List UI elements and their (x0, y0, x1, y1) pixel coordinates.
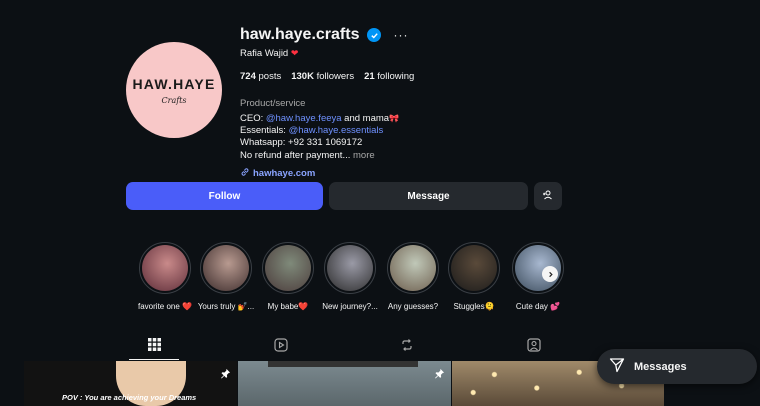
username-row: haw.haye.crafts ··· (240, 25, 580, 45)
highlight-label: My babe❤️ (267, 302, 309, 311)
highlights-next-button[interactable] (542, 266, 558, 282)
highlight-item[interactable]: New journey?... (320, 242, 380, 311)
highlight-ring (200, 242, 252, 294)
following-count: 21 (364, 71, 375, 82)
bio-line-essentials: Essentials: @haw.haye.essentials (240, 125, 580, 137)
profile-header: haw.haye.crafts ··· Rafia Wajid ❤ 724 po… (240, 25, 580, 180)
message-button[interactable]: Message (329, 182, 528, 210)
repost-icon (400, 338, 414, 357)
bio-mention-feeya[interactable]: @haw.haye.feeya (266, 113, 342, 124)
bio-essentials-prefix: Essentials: (240, 125, 289, 137)
highlight-item[interactable]: Cute day 💕 (508, 242, 568, 311)
highlight-item[interactable]: Stuggles🫠 (444, 242, 504, 311)
following-label: following (377, 71, 415, 82)
highlight-cover-image (327, 245, 373, 291)
avatar-brand-text: HAW.HAYE (132, 75, 216, 92)
full-name-text: Rafia Wajid (240, 48, 289, 59)
link-icon (240, 167, 250, 180)
post-image (238, 361, 451, 406)
highlight-label: Stuggles🫠 (453, 302, 495, 311)
verified-badge-icon (367, 28, 382, 42)
pin-icon (434, 366, 445, 384)
bio-mention-essentials[interactable]: @haw.haye.essentials (289, 125, 384, 136)
profile-category: Product/service (240, 98, 306, 109)
grid-icon (147, 338, 161, 356)
more-options-icon[interactable]: ··· (393, 28, 408, 42)
highlight-label: Cute day 💕 (515, 302, 561, 311)
followers-count: 130K (291, 71, 314, 82)
post-caption: POV : You are achieving your Dreams (62, 393, 197, 402)
tab-posts[interactable] (129, 334, 179, 360)
highlight-ring (262, 242, 314, 294)
post-image-detail (268, 361, 418, 367)
post-tile[interactable] (238, 361, 451, 406)
username: haw.haye.crafts (240, 26, 360, 43)
suggested-users-button[interactable] (534, 182, 562, 210)
highlight-cover-image (451, 245, 497, 291)
highlight-item[interactable]: Yours truly 💅... (196, 242, 256, 311)
highlight-item[interactable]: favorite one ❤️ (135, 242, 195, 311)
highlight-label: Yours truly 💅... (197, 302, 255, 311)
tab-reposts[interactable] (382, 334, 432, 360)
post-tile[interactable]: POV : You are achieving your Dreams (24, 361, 237, 406)
bio-more-link[interactable]: more (353, 150, 375, 161)
posts-label: posts (258, 71, 282, 82)
bio-ceo-suffix: and mama (341, 113, 390, 124)
website-text: hawhaye.com (253, 167, 316, 179)
website-link[interactable]: hawhaye.com (240, 167, 580, 180)
messages-button[interactable]: Messages (597, 349, 757, 384)
bio-line-ceo: CEO: @haw.haye.feeya and mama🎀 (240, 113, 580, 125)
follow-button[interactable]: Follow (126, 182, 323, 210)
profile-avatar[interactable]: HAW.HAYE Crafts (126, 42, 222, 138)
chevron-right-icon (547, 265, 554, 283)
tab-tagged[interactable] (509, 334, 559, 360)
highlight-ring (387, 242, 439, 294)
highlight-label: favorite one ❤️ (138, 302, 192, 311)
highlight-cover-image (142, 245, 188, 291)
highlight-ring (324, 242, 376, 294)
reels-icon (274, 338, 288, 357)
highlight-label: Any guesses? (387, 302, 439, 311)
highlight-ring (139, 242, 191, 294)
add-user-icon (542, 189, 554, 204)
pin-icon (220, 366, 231, 384)
followers-stat[interactable]: 130K followers (291, 71, 354, 82)
paper-plane-icon (609, 357, 625, 376)
avatar-script-text: Crafts (161, 95, 187, 105)
profile-stats: 724 posts 130K followers 21 following (240, 71, 580, 82)
highlight-cover-image (265, 245, 311, 291)
bio-ceo-prefix: CEO: (240, 113, 266, 124)
bow-emoji: 🎀 (389, 114, 400, 123)
following-stat[interactable]: 21 following (364, 71, 414, 82)
highlight-ring (448, 242, 500, 294)
highlight-item[interactable]: My babe❤️ (258, 242, 318, 311)
bio-line-refund: No refund after payment... more (240, 150, 580, 162)
heart-emoji: ❤ (290, 48, 299, 58)
bio-line-whatsapp: Whatsapp: +92 331 1069172 (240, 137, 363, 149)
posts-count: 724 (240, 71, 256, 82)
tagged-icon (527, 338, 541, 357)
followers-label: followers (316, 71, 355, 82)
highlight-item[interactable]: Any guesses? (383, 242, 443, 311)
tab-reels[interactable] (256, 334, 306, 360)
posts-stat: 724 posts (240, 71, 281, 82)
messages-label: Messages (634, 360, 687, 373)
highlight-cover-image (390, 245, 436, 291)
full-name: Rafia Wajid ❤ (240, 48, 580, 59)
highlight-cover-image (203, 245, 249, 291)
bio-refund-text: No refund after payment... (240, 149, 351, 161)
post-grid: POV : You are achieving your Dreams (24, 361, 664, 406)
highlight-label: New journey?... (322, 302, 378, 311)
profile-tabs (126, 334, 596, 360)
